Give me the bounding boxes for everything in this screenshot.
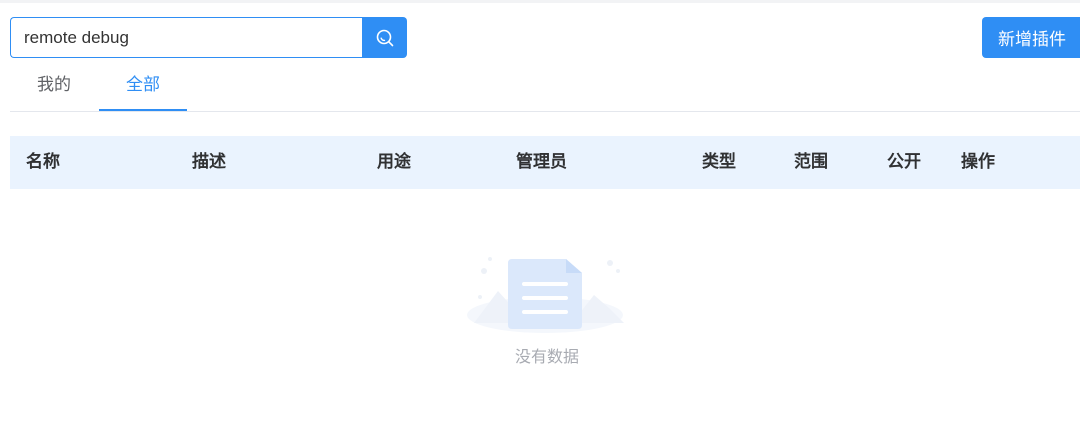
- column-header-description[interactable]: 描述: [192, 136, 226, 189]
- column-header-type[interactable]: 类型: [702, 136, 736, 189]
- column-header-admin[interactable]: 管理员: [516, 136, 567, 189]
- add-plugin-button[interactable]: 新增插件: [982, 17, 1080, 58]
- column-header-purpose[interactable]: 用途: [377, 136, 411, 189]
- search-icon: [376, 29, 393, 46]
- top-divider: [0, 0, 1080, 3]
- tab-bar: 我的 全部: [10, 62, 1080, 112]
- column-header-actions[interactable]: 操作: [961, 136, 995, 189]
- column-header-public[interactable]: 公开: [887, 136, 921, 189]
- tab-all[interactable]: 全部: [99, 62, 187, 111]
- tab-mine[interactable]: 我的: [10, 62, 98, 109]
- search-input[interactable]: [10, 17, 362, 58]
- column-header-name[interactable]: 名称: [26, 136, 60, 189]
- search-bar: [10, 17, 407, 58]
- search-button[interactable]: [362, 17, 407, 58]
- empty-state-text: 没有数据: [514, 347, 579, 366]
- table-header: 名称 描述 用途 管理员 类型 范围 公开 操作: [10, 136, 1080, 189]
- empty-folder-icon: [467, 257, 624, 333]
- column-header-scope[interactable]: 范围: [794, 136, 828, 189]
